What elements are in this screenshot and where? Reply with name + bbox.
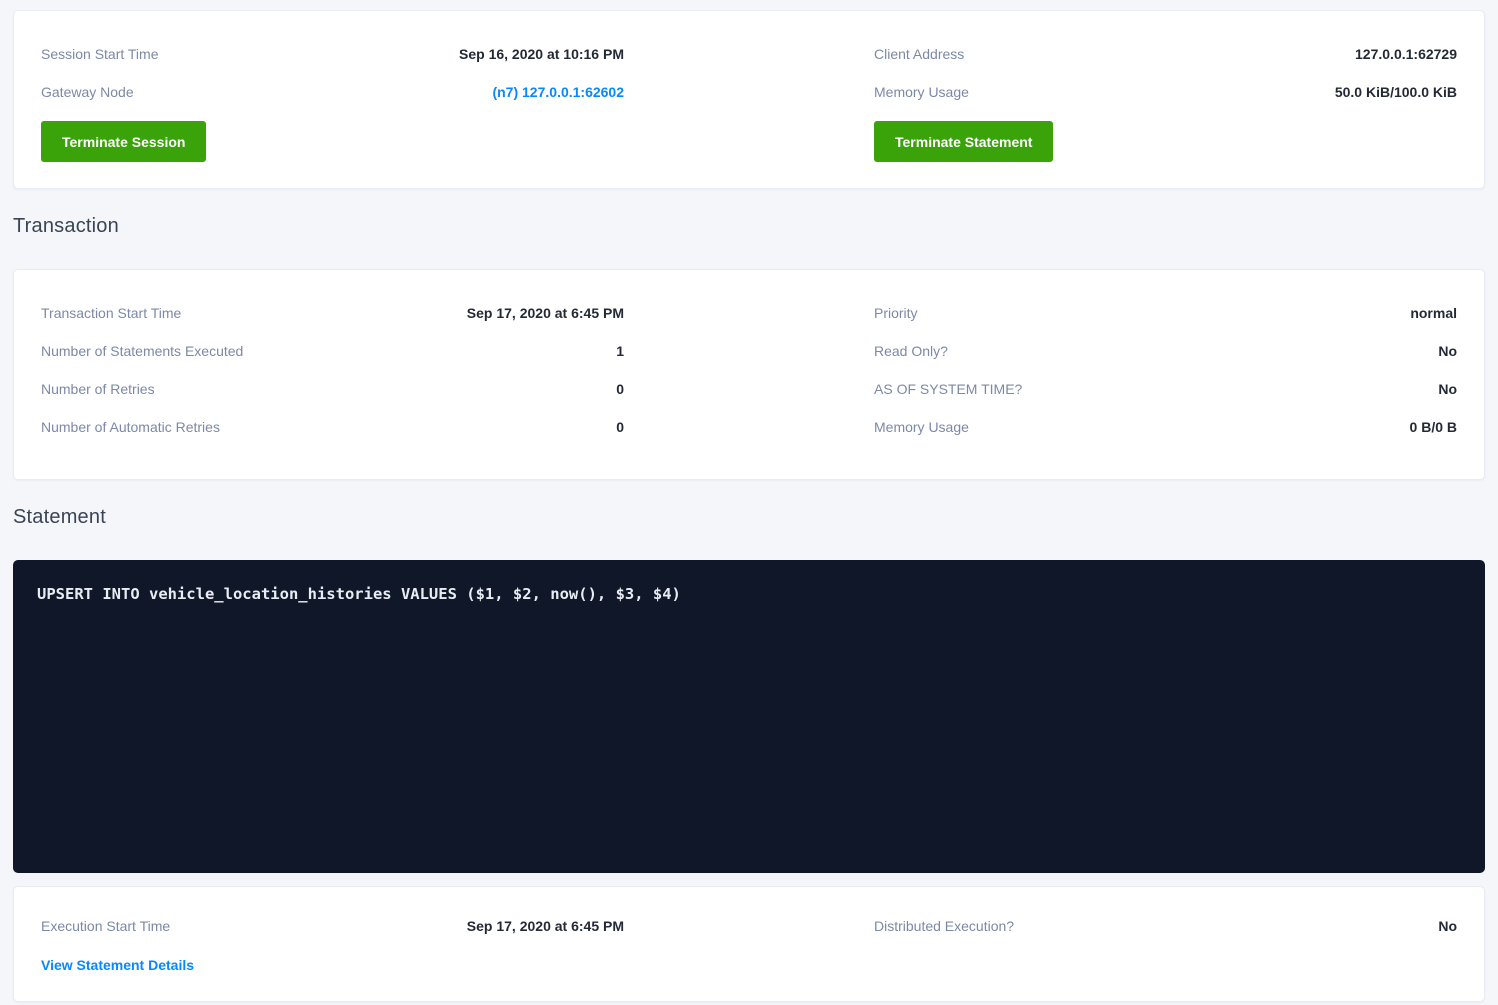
- gateway-node-link[interactable]: (n7) 127.0.0.1:62602: [492, 84, 624, 100]
- as-of-system-time-label: AS OF SYSTEM TIME?: [874, 381, 1022, 397]
- session-summary-left-column: Session Start Time Sep 16, 2020 at 10:16…: [41, 35, 624, 162]
- read-only-value: No: [1438, 343, 1457, 359]
- execution-start-time-label: Execution Start Time: [41, 918, 170, 934]
- session-summary-right-column: Client Address 127.0.0.1:62729 Memory Us…: [874, 35, 1457, 162]
- session-memory-usage-value: 50.0 KiB/100.0 KiB: [1335, 84, 1457, 100]
- transaction-section-heading: Transaction: [13, 214, 1485, 238]
- transaction-card: Transaction Start Time Sep 17, 2020 at 6…: [13, 269, 1485, 480]
- retries-label: Number of Retries: [41, 381, 155, 397]
- distributed-execution-label: Distributed Execution?: [874, 918, 1014, 934]
- statements-executed-value: 1: [616, 343, 624, 359]
- session-start-time-row: Session Start Time Sep 16, 2020 at 10:16…: [41, 35, 624, 73]
- session-details-page: Session Start Time Sep 16, 2020 at 10:16…: [0, 0, 1498, 1002]
- execution-summary-card: Execution Start Time Sep 17, 2020 at 6:4…: [13, 886, 1485, 1002]
- execution-start-time-value: Sep 17, 2020 at 6:45 PM: [467, 918, 624, 934]
- transaction-memory-usage-row: Memory Usage 0 B/0 B: [874, 408, 1457, 446]
- view-statement-details-link[interactable]: View Statement Details: [41, 953, 194, 977]
- transaction-memory-usage-label: Memory Usage: [874, 419, 969, 435]
- transaction-start-time-label: Transaction Start Time: [41, 305, 181, 321]
- distributed-execution-row: Distributed Execution? No: [874, 907, 1457, 945]
- read-only-row: Read Only? No: [874, 332, 1457, 370]
- execution-left-column: Execution Start Time Sep 17, 2020 at 6:4…: [41, 907, 624, 977]
- gateway-node-label: Gateway Node: [41, 84, 134, 100]
- statements-executed-row: Number of Statements Executed 1: [41, 332, 624, 370]
- terminate-session-button[interactable]: Terminate Session: [41, 121, 206, 162]
- statements-executed-label: Number of Statements Executed: [41, 343, 243, 359]
- client-address-row: Client Address 127.0.0.1:62729: [874, 35, 1457, 73]
- transaction-left-column: Transaction Start Time Sep 17, 2020 at 6…: [41, 294, 624, 446]
- priority-row: Priority normal: [874, 294, 1457, 332]
- automatic-retries-row: Number of Automatic Retries 0: [41, 408, 624, 446]
- distributed-execution-value: No: [1438, 918, 1457, 934]
- statement-section-heading: Statement: [13, 505, 1485, 529]
- client-address-label: Client Address: [874, 46, 964, 62]
- transaction-start-time-value: Sep 17, 2020 at 6:45 PM: [467, 305, 624, 321]
- retries-value: 0: [616, 381, 624, 397]
- retries-row: Number of Retries 0: [41, 370, 624, 408]
- terminate-statement-button[interactable]: Terminate Statement: [874, 121, 1053, 162]
- as-of-system-time-value: No: [1438, 381, 1457, 397]
- priority-value: normal: [1410, 305, 1457, 321]
- as-of-system-time-row: AS OF SYSTEM TIME? No: [874, 370, 1457, 408]
- execution-start-time-row: Execution Start Time Sep 17, 2020 at 6:4…: [41, 907, 624, 945]
- session-memory-usage-label: Memory Usage: [874, 84, 969, 100]
- automatic-retries-value: 0: [616, 419, 624, 435]
- client-address-value: 127.0.0.1:62729: [1355, 46, 1457, 62]
- statement-sql-text: UPSERT INTO vehicle_location_histories V…: [37, 585, 681, 603]
- transaction-memory-usage-value: 0 B/0 B: [1410, 419, 1457, 435]
- session-start-time-label: Session Start Time: [41, 46, 159, 62]
- automatic-retries-label: Number of Automatic Retries: [41, 419, 220, 435]
- statement-sql-box: UPSERT INTO vehicle_location_histories V…: [13, 560, 1485, 873]
- session-start-time-value: Sep 16, 2020 at 10:16 PM: [459, 46, 624, 62]
- transaction-start-time-row: Transaction Start Time Sep 17, 2020 at 6…: [41, 294, 624, 332]
- gateway-node-row: Gateway Node (n7) 127.0.0.1:62602: [41, 73, 624, 111]
- execution-right-column: Distributed Execution? No: [874, 907, 1457, 977]
- session-summary-card: Session Start Time Sep 16, 2020 at 10:16…: [13, 10, 1485, 189]
- session-memory-usage-row: Memory Usage 50.0 KiB/100.0 KiB: [874, 73, 1457, 111]
- read-only-label: Read Only?: [874, 343, 948, 359]
- priority-label: Priority: [874, 305, 918, 321]
- transaction-right-column: Priority normal Read Only? No AS OF SYST…: [874, 294, 1457, 446]
